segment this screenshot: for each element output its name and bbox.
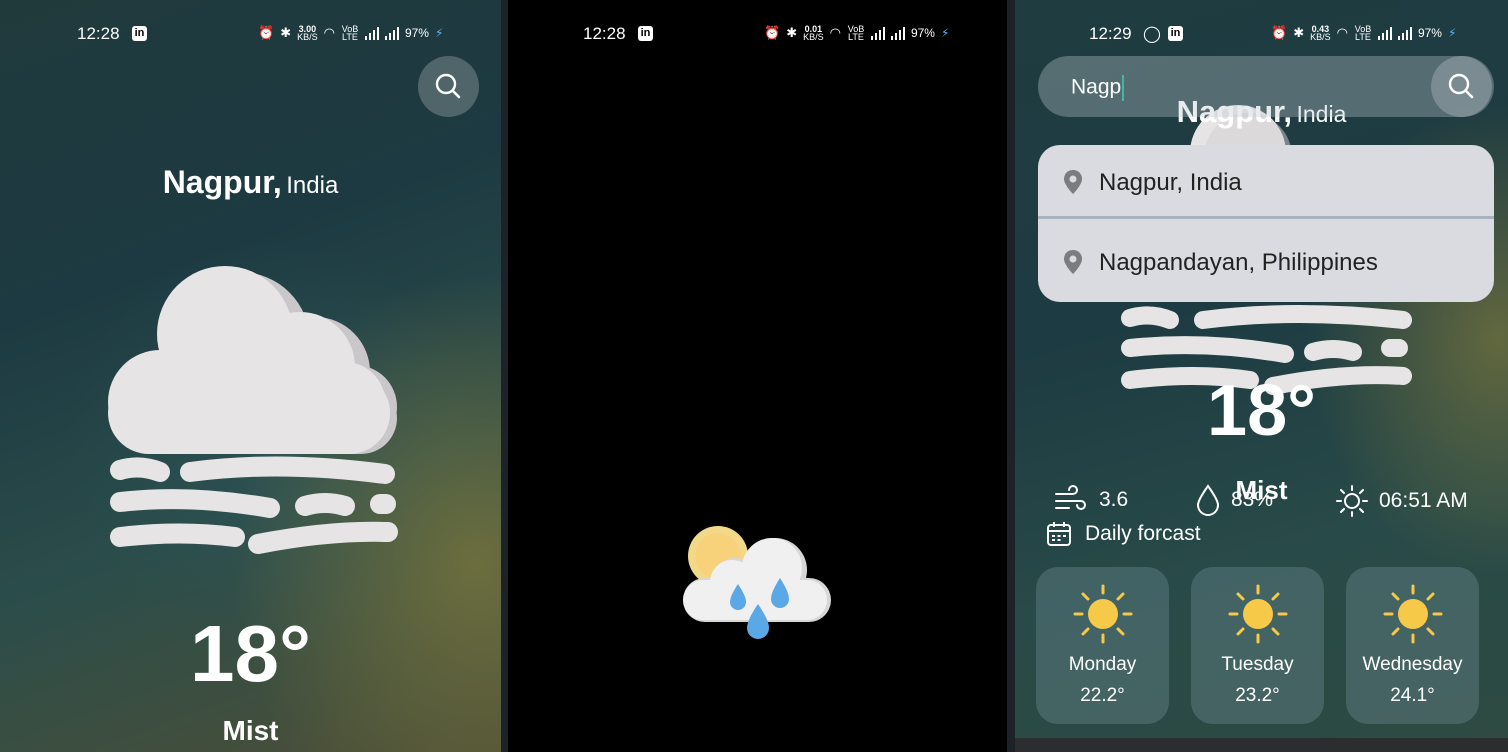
sun-icon (1073, 584, 1133, 644)
forecast-card-tuesday[interactable]: Tuesday 23.2° (1191, 567, 1324, 724)
condition-label: Mist (222, 715, 279, 746)
charging-icon: ⚡ (940, 26, 950, 40)
day-name: Wednesday (1362, 654, 1463, 675)
battery-percent: 97% (404, 26, 429, 40)
day-temperature: 23.2° (1235, 685, 1280, 706)
status-bar: 12:28 in ⏰ ✱ 0.01 KB/S ◠ VoB LTE 97% ⚡ (508, 22, 1007, 48)
bluetooth-icon: ✱ (1293, 25, 1305, 40)
text-caret (1122, 75, 1125, 101)
status-time: 12:28 (77, 24, 120, 43)
search-input[interactable]: Nagp (1071, 75, 1125, 101)
location-title: Nagpur, India (0, 164, 501, 201)
temperature: 18° (1207, 371, 1316, 451)
suggestion-item[interactable]: Nagpandayan, Philippines (1038, 225, 1494, 302)
cloud-fog-icon (108, 266, 398, 554)
signal-icon (870, 26, 885, 40)
temperature: 18° (190, 609, 311, 698)
network-speed: 0.43 KB/S (1310, 24, 1331, 42)
suggestion-label: Nagpur, India (1099, 169, 1242, 196)
day-name: Tuesday (1221, 654, 1294, 675)
status-icons: ⏰ ✱ 3.00 KB/S ◠ VoB LTE 97% ⚡ (258, 24, 444, 42)
forecast-title: Daily forcast (1085, 522, 1201, 545)
signal-icon-2 (890, 26, 905, 40)
status-time: 12:29 (1089, 24, 1132, 43)
search-button[interactable] (1431, 56, 1492, 117)
screen-search: 12:29 ◯ in ⏰ ✱ 0.43 KB/S ◠ VoB LTE 97% ⚡ … (1015, 0, 1508, 752)
charging-icon: ⚡ (1447, 26, 1457, 40)
forecast-card-wednesday[interactable]: Wednesday 24.1° (1346, 567, 1479, 724)
linkedin-icon: in (638, 26, 653, 41)
volte-label: VoB LTE (341, 24, 359, 42)
volte-label: VoB LTE (847, 24, 865, 42)
day-temperature: 24.1° (1390, 685, 1435, 706)
status-bar: 12:28 in ⏰ ✱ 3.00 KB/S ◠ VoB LTE 97% ⚡ (0, 22, 501, 48)
bluetooth-icon: ✱ (786, 25, 798, 40)
calendar-icon (1047, 522, 1071, 546)
divider (1038, 216, 1494, 219)
screen-splash: 12:28 in ⏰ ✱ 0.01 KB/S ◠ VoB LTE 97% ⚡ (508, 0, 1007, 752)
network-speed: 3.00 KB/S (297, 24, 318, 42)
volte-label: VoB LTE (1354, 24, 1372, 42)
search-icon (435, 73, 461, 99)
whatsapp-icon: ◯ (1143, 26, 1161, 43)
status-icons: ⏰ ✱ 0.43 KB/S ◠ VoB LTE 97% ⚡ (1271, 24, 1457, 42)
alarm-icon: ⏰ (258, 25, 275, 40)
location-pin-icon (1064, 250, 1082, 274)
alarm-icon: ⏰ (764, 25, 781, 40)
battery-percent: 97% (910, 26, 935, 40)
daily-forecast-heading: Daily forcast (1045, 520, 1201, 548)
alarm-icon: ⏰ (1271, 25, 1288, 40)
search-button[interactable] (418, 56, 479, 117)
suggestion-item[interactable]: Nagpur, India (1038, 145, 1494, 223)
linkedin-icon: in (1168, 26, 1183, 41)
network-speed: 0.01 KB/S (803, 24, 824, 42)
city-name: Nagpur, (162, 164, 282, 200)
linkedin-icon: in (132, 26, 147, 41)
day-name: Monday (1068, 654, 1137, 675)
sun-icon (1383, 584, 1443, 644)
battery-percent: 97% (1417, 26, 1442, 40)
status-time: 12:28 (583, 24, 626, 43)
signal-icon (364, 26, 379, 40)
suggestion-label: Nagpandayan, Philippines (1099, 249, 1378, 276)
sun-rain-cloud-icon (683, 526, 831, 639)
sun-icon (1228, 584, 1288, 644)
wifi-icon: ◠ (829, 25, 841, 40)
bottom-bar (1015, 738, 1508, 752)
search-icon (1448, 73, 1474, 99)
country-name: India (286, 172, 339, 199)
search-suggestions: Nagpur, India Nagpandayan, Philippines (1038, 145, 1494, 302)
forecast-card-monday[interactable]: Monday 22.2° (1036, 567, 1169, 724)
condition-label: Mist (1235, 475, 1288, 505)
wifi-icon: ◠ (1336, 25, 1348, 40)
charging-icon: ⚡ (434, 26, 444, 40)
screen-weather-main: 12:28 in ⏰ ✱ 3.00 KB/S ◠ VoB LTE 97% ⚡ Na… (0, 0, 501, 752)
day-temperature: 22.2° (1080, 685, 1125, 706)
location-pin-icon (1064, 170, 1082, 194)
signal-icon-2 (1397, 26, 1412, 40)
signal-icon (1377, 26, 1392, 40)
wifi-icon: ◠ (323, 25, 335, 40)
status-bar: 12:29 ◯ in ⏰ ✱ 0.43 KB/S ◠ VoB LTE 97% ⚡ (1015, 22, 1508, 48)
status-icons: ⏰ ✱ 0.01 KB/S ◠ VoB LTE 97% ⚡ (764, 24, 950, 42)
search-bar[interactable]: Nagp (1038, 56, 1494, 117)
bluetooth-icon: ✱ (280, 25, 292, 40)
signal-icon-2 (384, 26, 399, 40)
